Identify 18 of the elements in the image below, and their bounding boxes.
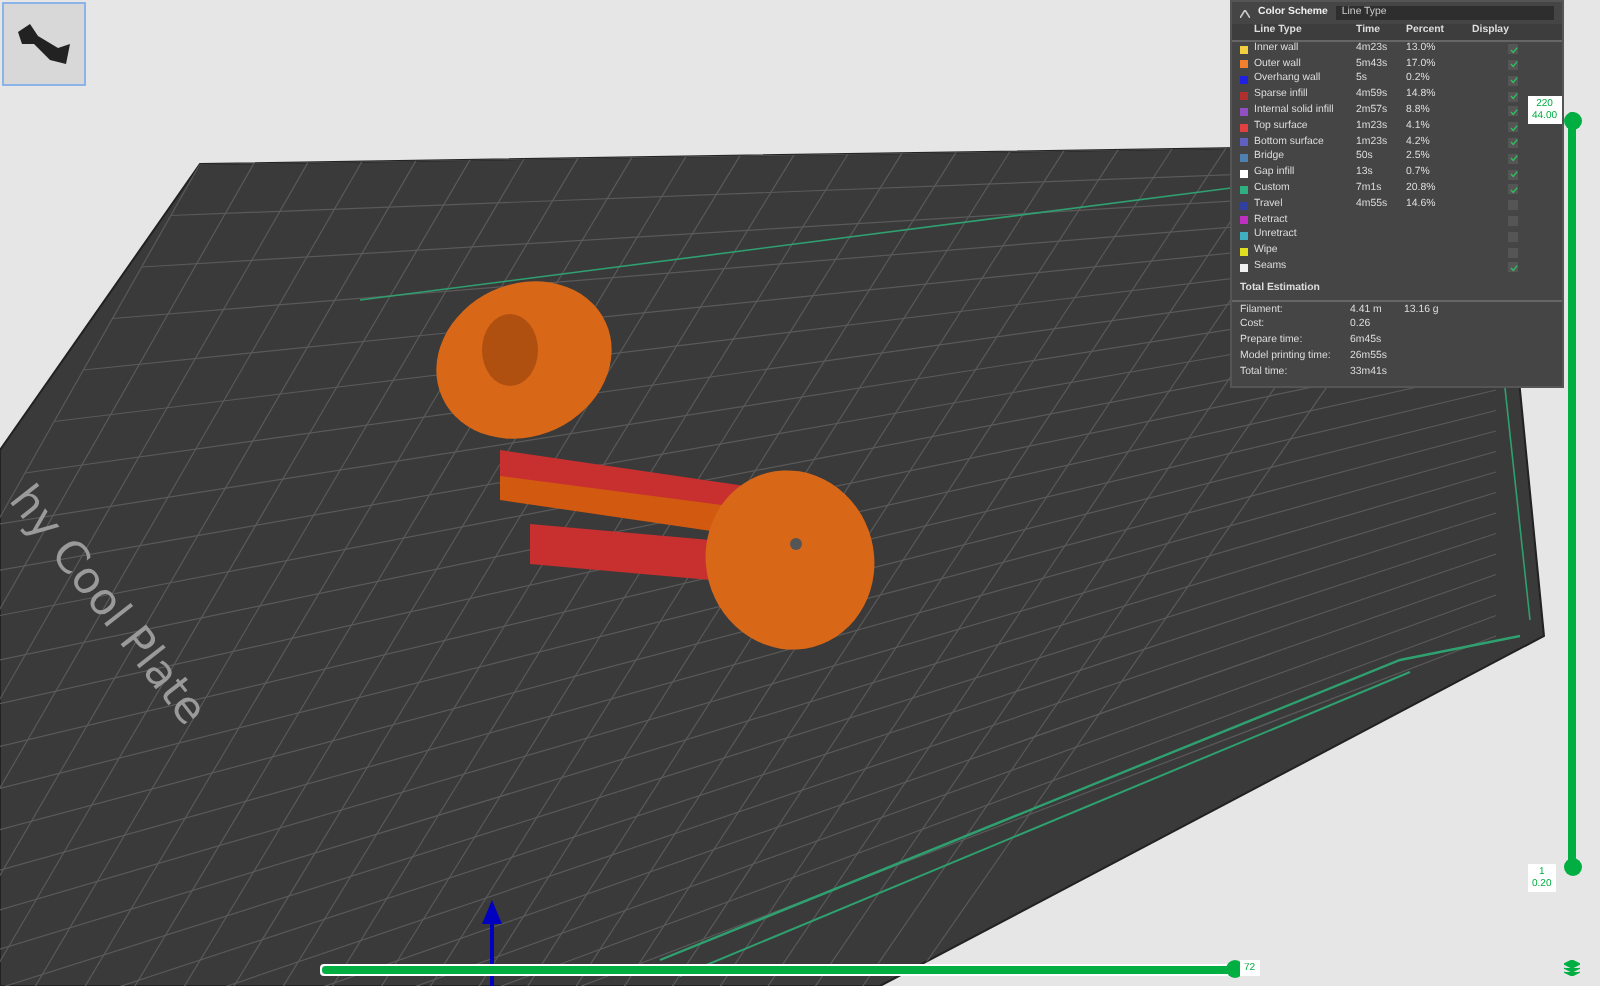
display-checkbox[interactable] xyxy=(1508,262,1518,273)
collapse-icon[interactable] xyxy=(1240,9,1250,17)
axis-arrow-icon xyxy=(482,900,502,986)
display-checkbox[interactable] xyxy=(1508,122,1518,133)
display-checkbox[interactable] xyxy=(1508,106,1518,117)
display-checkbox[interactable] xyxy=(1508,137,1518,148)
slider-handle[interactable] xyxy=(1564,858,1582,876)
plate-thumbnail[interactable] xyxy=(2,2,86,86)
display-checkbox[interactable] xyxy=(1508,184,1518,195)
display-checkbox[interactable] xyxy=(1508,44,1518,55)
layers-icon[interactable] xyxy=(1564,960,1580,976)
model-icon xyxy=(14,20,74,68)
display-checkbox[interactable] xyxy=(1508,91,1518,102)
slider-handle[interactable] xyxy=(1564,112,1582,130)
display-checkbox[interactable] xyxy=(1508,153,1518,164)
display-checkbox[interactable] xyxy=(1508,75,1518,86)
display-checkbox[interactable] xyxy=(1508,59,1518,70)
display-checkbox[interactable] xyxy=(1508,169,1518,180)
